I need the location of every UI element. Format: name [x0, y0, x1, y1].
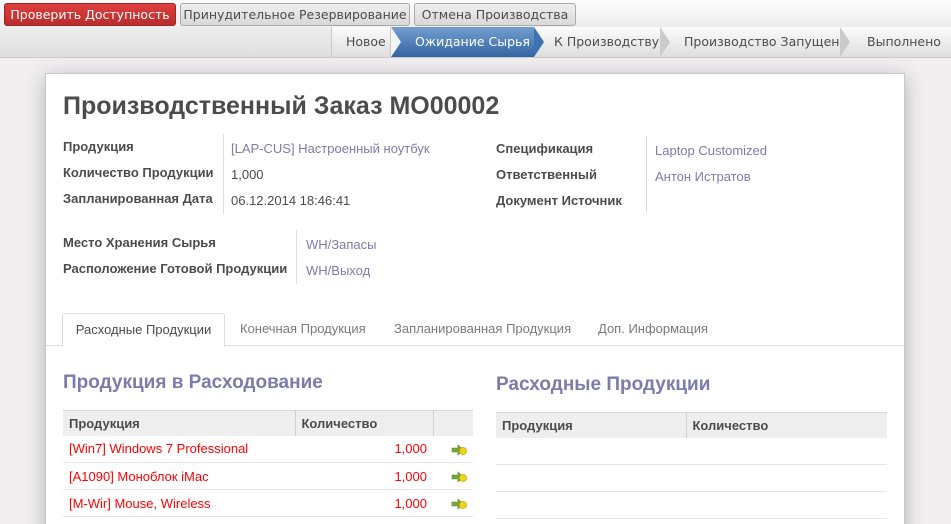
product-qty-field[interactable]: 1,000 — [231, 167, 264, 182]
product-label: Продукция — [63, 139, 134, 154]
tab-finished-products[interactable]: Конечная Продукция — [240, 313, 366, 346]
column-product[interactable]: Продукция — [496, 412, 687, 438]
row-quantity[interactable]: 1,000 — [295, 489, 433, 517]
raw-materials-location-field[interactable]: WH/Запасы — [306, 237, 376, 252]
row-product[interactable]: [A1090] Моноблок iMac — [63, 462, 295, 490]
column-quantity[interactable]: Количество — [295, 410, 434, 436]
products-to-consume-title: Продукция в Расходование — [63, 372, 323, 393]
field-separator — [296, 230, 297, 284]
stage-waiting-raw-materials[interactable]: Ожидание Сырья — [391, 27, 534, 57]
tab-consumed-products[interactable]: Расходные Продукции — [62, 313, 225, 347]
scheduled-date-field[interactable]: 06.12.2014 18:46:41 — [231, 193, 350, 208]
raw-materials-location-label: Место Хранения Сырья — [63, 235, 216, 250]
row-product[interactable]: [Win7] Windows 7 Professional — [63, 435, 295, 463]
stage-ready-to-produce[interactable]: К Производству — [544, 27, 669, 57]
stage-separator — [840, 27, 850, 57]
tab-scheduled-products[interactable]: Запланированная Продукция — [394, 313, 571, 346]
empty-row — [496, 491, 887, 519]
field-separator — [223, 134, 224, 214]
consume-move-icon[interactable] — [451, 498, 467, 510]
product-field[interactable]: [LAP-CUS] Настроенный ноутбук — [231, 141, 430, 156]
bom-field[interactable]: Laptop Customized — [655, 143, 767, 158]
row-quantity[interactable]: 1,000 — [295, 462, 433, 490]
form-sheet: Производственный Заказ MO00002 Продукция… — [45, 73, 905, 524]
stage-separator — [660, 27, 670, 57]
field-separator — [646, 136, 647, 212]
stage-done[interactable]: Выполнено — [850, 27, 951, 57]
stage-active-arrow — [534, 27, 544, 57]
check-availability-button[interactable]: Проверить Доступность — [4, 3, 176, 26]
consume-action-cell — [433, 462, 473, 490]
row-product[interactable]: [M-Wir] Mouse, Wireless — [63, 489, 295, 517]
table-row[interactable]: [Win7] Windows 7 Professional 1,000 — [63, 435, 473, 463]
responsible-label: Ответственный — [496, 167, 597, 182]
column-quantity[interactable]: Количество — [686, 412, 887, 438]
stage-new[interactable]: Новое — [332, 27, 391, 57]
row-quantity[interactable]: 1,000 — [295, 435, 433, 463]
scheduled-date-label: Запланированная Дата — [63, 191, 213, 206]
responsible-field[interactable]: Антон Истратов — [655, 169, 751, 184]
finished-products-location-field[interactable]: WH/Выход — [306, 263, 370, 278]
consume-action-cell — [433, 435, 473, 463]
table-row[interactable]: [A1090] Моноблок iMac 1,000 — [63, 462, 473, 490]
finished-products-location-label: Расположение Готовой Продукции — [63, 261, 288, 276]
source-document-label: Документ Источник — [496, 193, 622, 208]
table-row[interactable]: [M-Wir] Mouse, Wireless 1,000 — [63, 489, 473, 517]
products-to-consume-table: Продукция Количество [Win7] Windows 7 Pr… — [63, 410, 473, 517]
page-title: Производственный Заказ MO00002 — [63, 92, 500, 120]
notebook-tabs: Расходные Продукции Конечная Продукция З… — [46, 313, 904, 347]
consume-action-cell — [433, 489, 473, 517]
product-qty-label: Количество Продукции — [63, 165, 214, 180]
stage-separator — [391, 27, 401, 57]
bom-label: Спецификация — [496, 141, 594, 156]
consume-move-icon[interactable] — [451, 471, 467, 483]
consume-move-icon[interactable] — [451, 444, 467, 456]
status-bar: Новое Ожидание Сырья К Производству Прои… — [331, 27, 951, 57]
cancel-production-button[interactable]: Отмена Производства — [414, 3, 576, 26]
force-reservation-button[interactable]: Принудительное Резервирование — [180, 3, 410, 26]
empty-row — [496, 437, 887, 465]
consumed-products-table: Продукция Количество — [496, 412, 887, 519]
empty-row — [496, 464, 887, 492]
consumed-products-title: Расходные Продукции — [496, 374, 711, 395]
stage-in-production[interactable]: Производство Запущено — [670, 27, 847, 57]
tab-extra-info[interactable]: Доп. Информация — [598, 313, 708, 346]
column-product[interactable]: Продукция — [63, 410, 296, 436]
column-actions — [433, 410, 473, 436]
